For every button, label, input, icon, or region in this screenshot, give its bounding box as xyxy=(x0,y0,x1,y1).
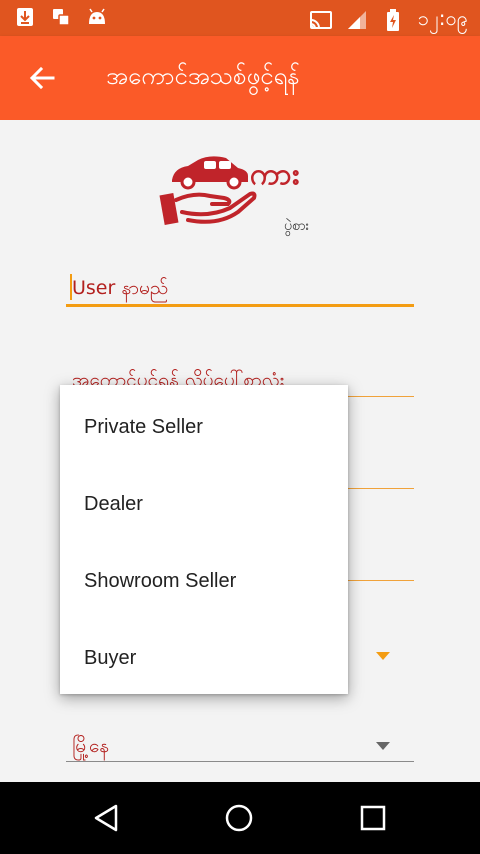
cast-icon xyxy=(309,9,332,31)
page-title: အကောင်အသစ်ဖွင့်ရန် xyxy=(106,62,300,90)
menu-item-dealer[interactable]: Dealer xyxy=(60,466,348,543)
android-icon xyxy=(86,6,108,28)
nav-recents-icon[interactable] xyxy=(355,800,391,836)
username-underline xyxy=(66,304,414,307)
user-type-dropdown-icon[interactable] xyxy=(376,652,390,660)
nav-home-icon[interactable] xyxy=(221,800,257,836)
status-time: ၁၂:၀၉ xyxy=(417,6,468,30)
menu-item-showroom-seller[interactable]: Showroom Seller xyxy=(60,543,348,620)
nav-back-icon[interactable] xyxy=(88,800,124,836)
battery-charging-icon xyxy=(382,9,404,31)
city-label: မြို့နေ xyxy=(72,735,110,757)
download-icon xyxy=(14,6,36,28)
status-bar: ၁၂:၀၉ xyxy=(0,0,480,36)
sim-icon xyxy=(50,6,72,28)
username-field[interactable]: User နာမည် xyxy=(66,270,414,310)
notification-icons xyxy=(14,6,108,28)
back-arrow-icon[interactable] xyxy=(22,60,62,96)
user-type-menu: Private Seller Dealer Showroom Seller Bu… xyxy=(60,385,348,694)
signal-icon xyxy=(346,9,368,31)
logo-brand-text: ကား xyxy=(250,157,299,192)
city-underline xyxy=(66,761,414,762)
menu-item-private-seller[interactable]: Private Seller xyxy=(60,389,348,466)
username-label: User နာမည် xyxy=(72,277,169,299)
city-dropdown[interactable]: မြို့နေ xyxy=(66,730,414,764)
system-nav-bar xyxy=(0,782,480,854)
menu-item-buyer[interactable]: Buyer xyxy=(60,620,348,697)
chevron-down-icon xyxy=(376,742,390,750)
app-bar: အကောင်အသစ်ဖွင့်ရန် xyxy=(0,36,480,120)
logo-sub-text: ပွဲစား xyxy=(284,218,310,234)
app-logo: ကား ပွဲစား xyxy=(158,152,328,234)
